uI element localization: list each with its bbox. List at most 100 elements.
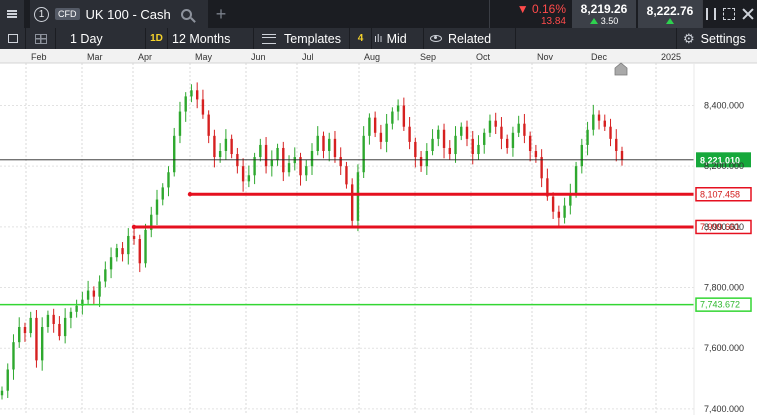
candle-body <box>35 317 38 361</box>
price-tick-label: 7,400.000 <box>704 404 744 414</box>
candle-body <box>551 196 555 212</box>
candle-body <box>488 120 492 133</box>
chart-canvas[interactable]: 8,107.4587,999.6617,743.6728,221.010 Feb… <box>0 49 757 415</box>
level-anchor-dot <box>131 224 137 230</box>
candle-body <box>167 172 170 188</box>
candle-body <box>471 138 474 155</box>
watchlist-button[interactable] <box>0 28 26 49</box>
month-label: Aug <box>364 52 380 62</box>
candle-body <box>408 126 411 142</box>
layout-button[interactable] <box>26 28 56 49</box>
candle-body <box>425 151 429 167</box>
interval-tag-label: 1D <box>150 33 163 44</box>
toolbar-spacer <box>516 28 677 49</box>
sell-price: 8,219.26 <box>580 2 628 16</box>
candle-body <box>155 199 159 215</box>
candle-body <box>523 123 526 136</box>
gear-icon: ⚙ <box>683 30 695 46</box>
indicators-button[interactable]: 4 <box>350 28 372 49</box>
candle-body <box>190 90 193 97</box>
candle-body <box>132 235 136 239</box>
up-arrow-icon <box>589 18 598 24</box>
candle-body <box>316 135 319 151</box>
expand-icon[interactable] <box>722 8 735 20</box>
candle-body <box>574 166 578 194</box>
candle-body <box>12 342 15 370</box>
menu-button[interactable] <box>0 0 24 28</box>
candle-body <box>460 126 463 136</box>
price-tick-label: 8,000.000 <box>704 222 744 232</box>
candle-body <box>18 327 21 343</box>
add-tab-button[interactable]: + <box>208 0 234 28</box>
candle-body <box>483 132 486 145</box>
candle-body <box>173 135 176 173</box>
candle-body <box>379 132 383 142</box>
month-label: Apr <box>138 52 152 62</box>
candle-body <box>0 390 4 396</box>
related-button[interactable]: Related <box>424 28 516 49</box>
candle-body <box>207 114 210 136</box>
change-absolute: 13.84 <box>540 15 566 27</box>
price-tick-label: 7,800.000 <box>704 283 744 293</box>
candle-body <box>500 126 503 139</box>
candle-body <box>98 281 101 297</box>
month-label: 2025 <box>661 52 681 62</box>
candle-body <box>241 166 245 182</box>
price-chart[interactable]: 8,107.458 7,999.661 7,743.672 8,221.010 Feb… <box>0 49 757 415</box>
candle-body <box>46 314 50 327</box>
candle-body <box>419 157 423 167</box>
scroll-marker-icon <box>614 62 628 76</box>
candle-body <box>218 151 222 158</box>
candle-body <box>615 138 618 151</box>
range-label: 12 Months <box>172 31 231 46</box>
candle-body <box>540 157 543 179</box>
candle-body <box>396 105 400 112</box>
close-icon[interactable] <box>742 8 754 20</box>
info-icon[interactable]: 1 <box>34 6 49 22</box>
sell-button[interactable]: 8,219.26 3.50 <box>572 0 636 28</box>
candle-body <box>6 369 9 391</box>
candle-body <box>431 138 434 151</box>
change-percent: ▼ 0.16% <box>516 1 566 16</box>
candle-body <box>52 314 55 324</box>
candle-body <box>259 144 262 158</box>
level-price-label: 8,107.458 <box>700 189 740 199</box>
candle-body <box>138 239 141 264</box>
grid-icon <box>34 33 47 44</box>
candle-body <box>339 157 342 167</box>
templates-button[interactable]: Templates <box>254 28 350 49</box>
interval-dropdown[interactable]: 1 Day <box>56 28 146 49</box>
range-dropdown[interactable]: 12 Months <box>168 28 254 49</box>
search-icon[interactable] <box>180 8 192 20</box>
candle-body <box>362 135 365 173</box>
collapse-icon[interactable] <box>706 8 717 20</box>
candle-body <box>178 111 182 136</box>
candle-body <box>29 317 32 334</box>
candle-body <box>213 135 216 158</box>
price-tick-label: 8,400.000 <box>704 100 744 110</box>
spread-value: 3.50 <box>600 16 619 26</box>
candle-body <box>597 114 601 121</box>
instrument-tab[interactable]: 1 CFD UK 100 - Cash <box>30 0 208 28</box>
candle-body <box>385 123 388 142</box>
axes-layer: Feb Mar Apr May Jun Jul Aug Sep Oct Nov Dec 2025 8,4… <box>0 49 757 415</box>
candle-body <box>391 111 394 124</box>
list-icon <box>7 34 18 43</box>
candle-body <box>373 117 377 133</box>
interval-tag[interactable]: 1D <box>146 28 168 49</box>
price-type-label: Mid <box>386 31 407 46</box>
settings-button[interactable]: ⚙ Settings <box>677 28 757 49</box>
candle-body <box>270 160 274 167</box>
candle-body <box>201 99 205 115</box>
candle-body <box>161 187 164 200</box>
candle-body <box>465 126 469 139</box>
candle-body <box>414 141 417 158</box>
candles-layer <box>0 82 624 400</box>
buy-button[interactable]: 8,222.76 <box>638 0 702 28</box>
spread-box: 3.50 <box>589 16 619 26</box>
month-label: Dec <box>591 52 608 62</box>
top-bar: 1 CFD UK 100 - Cash + ▼ 0.16% 13.84 8,21… <box>0 0 757 28</box>
candle-body <box>528 135 532 151</box>
month-label: Nov <box>537 52 554 62</box>
price-type-dropdown[interactable]: ılı Mid <box>372 28 424 49</box>
